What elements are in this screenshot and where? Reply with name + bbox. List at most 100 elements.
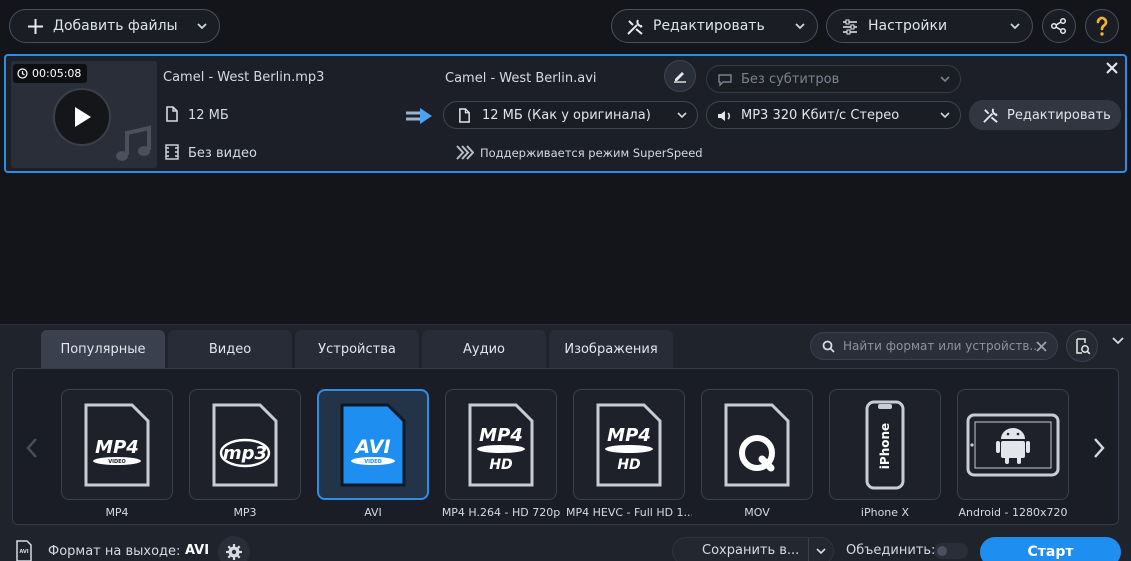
settings-label: Настройки: [868, 18, 948, 34]
chevron-down-icon[interactable]: [195, 19, 209, 33]
output-size-value: 12 МБ (Как у оригинала): [482, 107, 651, 123]
format-badge: AVI: [353, 436, 390, 458]
format-finder-button[interactable]: [1066, 330, 1098, 362]
convert-arrow-icon: [406, 108, 432, 124]
format-label: MP4: [105, 506, 129, 519]
save-to-button[interactable]: Сохранить в...: [672, 537, 834, 561]
superspeed-icon: [456, 145, 474, 160]
file-item[interactable]: 00:05:08 Camel - West Berlin.mp3 12 МБ Б…: [4, 54, 1127, 173]
settings-button[interactable]: Настройки: [826, 9, 1033, 43]
quicktime-icon: [724, 403, 790, 486]
format-card-android[interactable]: [957, 389, 1069, 500]
merge-label: Объединить:: [846, 543, 936, 558]
video-info: Без видео: [188, 146, 258, 161]
arrow-right-icon[interactable]: [1092, 437, 1106, 459]
tab-devices[interactable]: Устройства: [295, 330, 419, 368]
format-label: iPhone X: [860, 506, 910, 519]
format-subtag: VIDEO: [364, 459, 382, 465]
sliders-icon: [843, 19, 857, 35]
add-files-button[interactable]: Добавить файлы: [9, 9, 220, 43]
clock-icon: [17, 68, 28, 79]
file-edit-button[interactable]: Редактировать: [969, 100, 1121, 130]
output-format-value: AVI: [185, 543, 210, 558]
format-subtag: VIDEO: [108, 459, 126, 465]
speech-bubble-icon: [718, 74, 732, 87]
gear-icon: [226, 544, 242, 560]
output-format-label: Формат на выходе:: [48, 544, 181, 559]
play-button[interactable]: [53, 88, 111, 146]
divider: [808, 538, 809, 561]
pencil-icon: [674, 72, 686, 83]
help-button[interactable]: [1085, 9, 1119, 43]
merge-toggle[interactable]: [934, 543, 968, 559]
source-filename: Camel - West Berlin.mp3: [163, 70, 325, 85]
format-label: MP4 HEVC - Full HD 1...: [566, 506, 692, 519]
format-search[interactable]: Найти формат или устройств...: [810, 332, 1058, 360]
format-card-iphone-x[interactable]: iPhone: [829, 389, 941, 500]
file-thumbnail[interactable]: 00:05:08: [11, 61, 157, 168]
duration-badge: 00:05:08: [13, 64, 88, 83]
source-size: 12 МБ: [188, 108, 229, 123]
format-card-mp3[interactable]: mp3: [189, 389, 301, 500]
tools-icon: [627, 19, 643, 35]
save-to-label: Сохранить в...: [702, 543, 800, 558]
format-label: MOV: [744, 506, 770, 519]
output-file-icon: AVI: [16, 540, 32, 561]
format-label: AVI: [364, 506, 382, 519]
device-label: iPhone: [878, 422, 892, 468]
format-card-mp4-hd[interactable]: MP4 HD: [445, 389, 557, 500]
format-subtag: HD: [617, 457, 640, 473]
share-icon: [1050, 17, 1067, 35]
search-input[interactable]: Найти формат или устройств...: [843, 339, 1041, 353]
share-button[interactable]: [1042, 9, 1076, 43]
plus-icon: [28, 19, 43, 34]
format-badge: MP4: [95, 437, 139, 458]
format-badge: MP4: [607, 425, 651, 446]
android-tablet-icon: [966, 413, 1060, 476]
document-search-icon: [1075, 337, 1090, 354]
chevron-down-icon[interactable]: [815, 545, 827, 557]
format-label: MP3: [233, 506, 257, 519]
clear-icon[interactable]: [1036, 341, 1047, 352]
format-label: MP4 H.264 - HD 720p: [441, 506, 561, 519]
tools-icon: [983, 108, 998, 123]
avi-file-icon: AVIVIDEO: [340, 403, 406, 486]
format-card-avi[interactable]: AVI VIDEO: [317, 389, 429, 500]
tab-images[interactable]: Изображения: [549, 330, 673, 368]
format-grid: MP4 VIDEO MP4 mp3 MP3 AVI VIDEO AVI MP4 HD …: [12, 368, 1119, 525]
no-video-icon: [165, 144, 179, 160]
chevron-down-icon[interactable]: [1008, 19, 1022, 33]
tab-audio[interactable]: Аудио: [422, 330, 546, 368]
format-label: Android - 1280x720: [958, 506, 1068, 519]
search-icon: [822, 340, 835, 353]
subtitles-select[interactable]: Без субтитров: [706, 65, 961, 93]
iphone-icon: iPhone: [865, 400, 905, 489]
music-note-icon: [116, 125, 151, 161]
format-card-mp4[interactable]: MP4 VIDEO: [61, 389, 173, 500]
arrow-left-icon[interactable]: [25, 437, 39, 459]
tab-video[interactable]: Видео: [168, 330, 292, 368]
audio-track-value: MP3 320 Кбит/с Стерео: [741, 107, 900, 123]
close-icon[interactable]: [1106, 62, 1118, 74]
output-filename: Camel - West Berlin.avi: [445, 71, 597, 86]
audio-track-select[interactable]: MP3 320 Кбит/с Стерео: [706, 101, 961, 129]
chevron-down-icon[interactable]: [793, 19, 807, 33]
tab-popular[interactable]: Популярные: [41, 330, 165, 368]
format-card-mp4-hevc[interactable]: MP4 HD: [573, 389, 685, 500]
format-card-mov[interactable]: [701, 389, 813, 500]
mp4-hd-file-icon: MP4 HD: [468, 403, 534, 486]
play-icon: [75, 107, 91, 127]
collapse-panel-icon[interactable]: [1111, 333, 1125, 347]
edit-menu-label: Редактировать: [653, 18, 765, 34]
format-badge: mp3: [223, 443, 267, 464]
duration-text: 00:05:08: [32, 67, 82, 80]
start-button[interactable]: Старт: [980, 537, 1121, 561]
edit-menu-button[interactable]: Редактировать: [611, 9, 818, 43]
app-window: Добавить файлы Редактировать Настройки 0…: [0, 0, 1131, 561]
chevron-down-icon: [940, 112, 950, 119]
output-size-select[interactable]: 12 МБ (Как у оригинала): [443, 101, 698, 129]
rename-button[interactable]: [664, 60, 696, 92]
format-subtag: HD: [489, 457, 512, 473]
superspeed-note: Поддерживается режим SuperSpeed: [480, 146, 703, 160]
format-settings-button[interactable]: [218, 536, 250, 561]
